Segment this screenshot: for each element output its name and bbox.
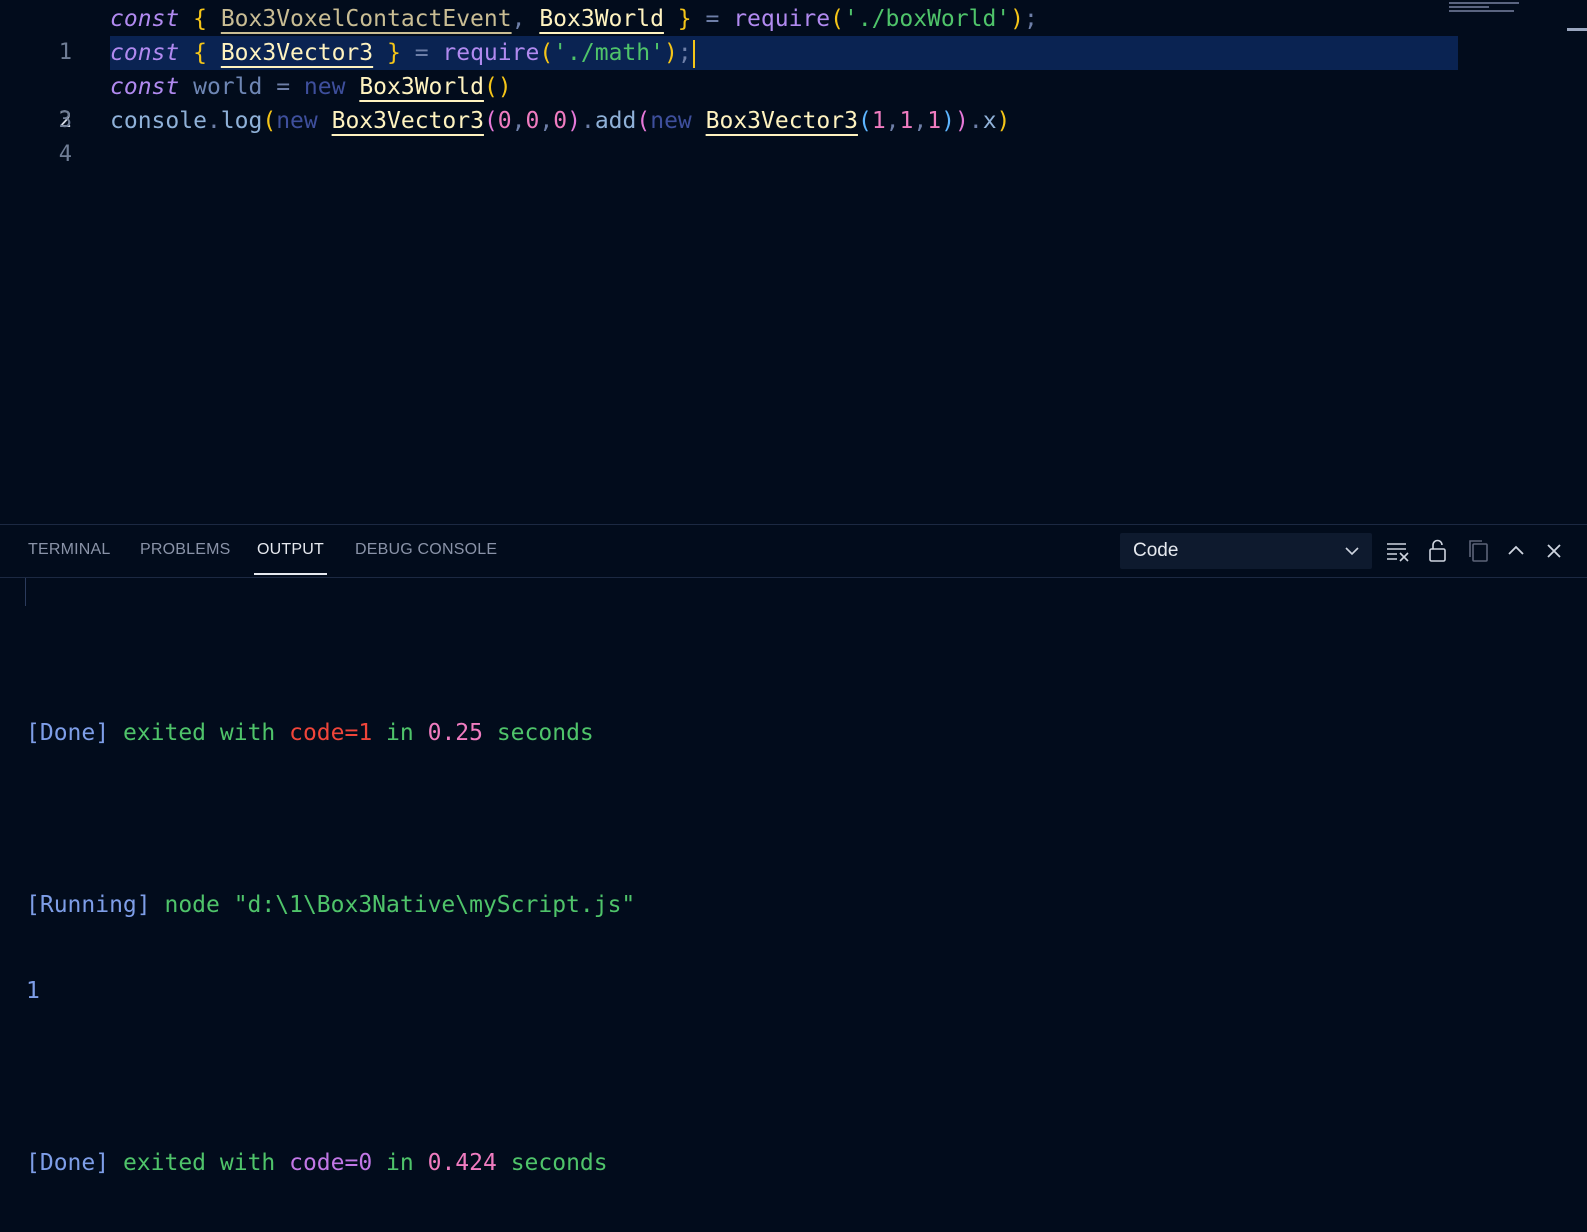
punctuation: , xyxy=(885,108,900,134)
paren: ) xyxy=(567,108,581,134)
output-line-result: 1 xyxy=(26,978,40,1004)
punctuation: , xyxy=(913,108,928,134)
identifier: console xyxy=(110,108,207,134)
output-channel-select[interactable]: Code xyxy=(1120,533,1372,569)
keyword-new: new xyxy=(650,108,692,134)
string-literal: './boxWorld' xyxy=(843,6,1011,32)
string-literal: './math' xyxy=(553,40,664,66)
punctuation: , xyxy=(511,108,526,134)
operator: = xyxy=(691,6,734,32)
panel-tab-bar: TERMINAL PROBLEMS OUTPUT DEBUG CONSOLE C… xyxy=(0,525,1587,578)
paren: ( xyxy=(262,108,277,134)
punctuation: , xyxy=(539,108,554,134)
tab-terminal[interactable]: TERMINAL xyxy=(28,525,111,575)
number: 0 xyxy=(525,108,540,134)
paren: ) xyxy=(996,108,1011,134)
identifier: Box3VoxelContactEvent xyxy=(220,6,512,32)
tab-debug-console[interactable]: DEBUG CONSOLE xyxy=(355,525,497,575)
number: 1 xyxy=(899,108,914,134)
line-number: 4 xyxy=(58,142,72,167)
brace: } xyxy=(373,40,401,66)
output-line-blank xyxy=(26,1060,1566,1094)
punctuation: . xyxy=(580,108,595,134)
punctuation: , xyxy=(511,6,540,32)
output-line-blank xyxy=(26,802,1566,836)
brace: } xyxy=(663,6,692,32)
paren: ) xyxy=(1010,6,1025,32)
output-line-done-1: [Done] exited with code=1 in 0.25 second… xyxy=(26,720,594,746)
paren: ( xyxy=(830,6,844,32)
number: 0 xyxy=(497,108,512,134)
close-panel-icon[interactable] xyxy=(1540,537,1568,565)
method: log xyxy=(220,108,263,134)
exit-code-error: code=1 xyxy=(289,720,373,746)
code-line-2[interactable]: 2 const { Box3Vector3 } = require('./mat… xyxy=(0,36,1460,133)
number: 1 xyxy=(927,108,942,134)
tab-problems[interactable]: PROBLEMS xyxy=(140,525,231,575)
number: 0 xyxy=(553,108,568,134)
identifier: Box3Vector3 xyxy=(331,108,484,134)
output-line-running: [Running] node "d:\1\Box3Native\myScript… xyxy=(26,892,636,918)
minimap[interactable] xyxy=(1449,0,1569,14)
function-require: require xyxy=(442,40,540,66)
code-line-4[interactable]: 4 console.log(new Box3Vector3(0,0,0).add… xyxy=(0,104,1460,167)
property: x xyxy=(982,108,997,134)
identifier: Box3World xyxy=(359,74,484,100)
identifier: Box3Vector3 xyxy=(220,40,374,66)
output-channel-value: Code xyxy=(1133,540,1179,561)
punctuation: . xyxy=(206,108,221,134)
lock-icon[interactable] xyxy=(1424,537,1452,565)
keyword-const: const xyxy=(110,74,180,100)
paren: ( xyxy=(539,40,554,66)
scrollbar-marker[interactable] xyxy=(1567,28,1587,31)
copy-icon xyxy=(1464,537,1492,565)
tab-output[interactable]: OUTPUT xyxy=(254,525,327,575)
code-editor[interactable]: 1 const { Box3VoxelContactEvent, Box3Wor… xyxy=(0,0,1587,524)
brace: { xyxy=(193,6,221,32)
code-text: const { Box3VoxelContactEvent, Box3World… xyxy=(110,2,1038,36)
paren: ( xyxy=(483,108,498,134)
identifier: Box3Vector3 xyxy=(705,108,858,134)
paren: ) xyxy=(663,40,678,66)
punctuation: . xyxy=(968,108,983,134)
operator: = xyxy=(262,74,304,100)
chevron-down-icon xyxy=(1344,543,1360,563)
keyword-const: const xyxy=(110,6,180,32)
code-text: console.log(new Box3Vector3(0,0,0).add(n… xyxy=(110,104,1010,138)
bottom-panel: TERMINAL PROBLEMS OUTPUT DEBUG CONSOLE C… xyxy=(0,524,1587,1176)
code-line-1[interactable]: 1 const { Box3VoxelContactEvent, Box3Wor… xyxy=(0,2,1460,65)
punctuation: ; xyxy=(1024,6,1038,32)
paren: ( xyxy=(857,108,872,134)
method: add xyxy=(594,108,637,134)
paren: () xyxy=(483,74,512,100)
identifier: Box3World xyxy=(539,6,664,32)
number: 1 xyxy=(871,108,886,134)
paren: ( xyxy=(636,108,651,134)
code-text: const { Box3Vector3 } = require('./math'… xyxy=(110,36,695,70)
exit-code-ok: code=0 xyxy=(289,1150,373,1176)
output-line-done-2: [Done] exited with code=0 in 0.424 secon… xyxy=(26,1150,608,1176)
text-cursor xyxy=(692,39,695,68)
paren: ) xyxy=(941,108,955,134)
brace: { xyxy=(193,40,221,66)
clear-output-icon[interactable] xyxy=(1384,537,1412,565)
maximize-panel-icon[interactable] xyxy=(1502,537,1530,565)
keyword-new: new xyxy=(276,108,318,134)
code-text: const world = new Box3World() xyxy=(110,70,512,104)
paren: ) xyxy=(954,108,969,134)
operator: = xyxy=(400,40,443,66)
variable: world xyxy=(193,74,263,100)
function-require: require xyxy=(733,6,831,32)
punctuation: ; xyxy=(677,40,692,66)
keyword-new: new xyxy=(303,74,346,100)
keyword-const: const xyxy=(110,40,180,66)
code-line-3[interactable]: 3 const world = new Box3World() xyxy=(0,70,1460,133)
output-log[interactable]: [Done] exited with code=1 in 0.25 second… xyxy=(26,578,1566,1232)
